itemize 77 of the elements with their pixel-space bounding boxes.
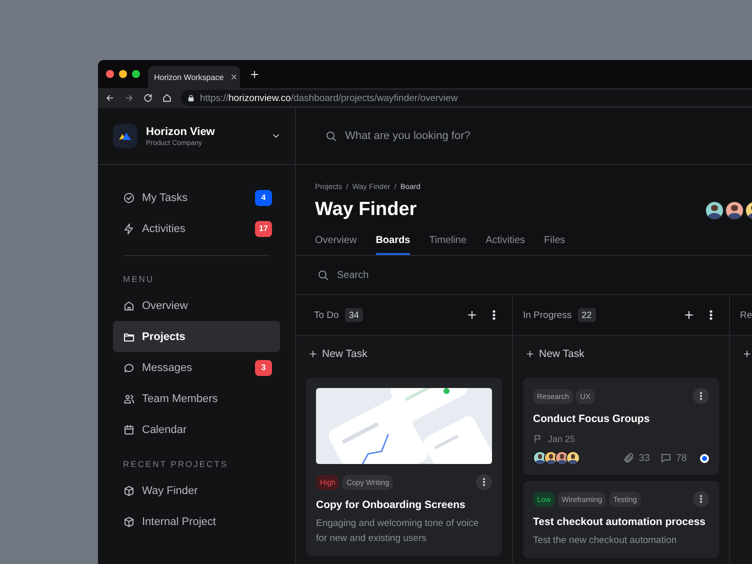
card-description: Engaging and welcoming tone of voice for new and existing users: [316, 517, 480, 546]
column-title: In Progress: [523, 310, 572, 320]
more-button[interactable]: [476, 474, 492, 490]
search-icon: [317, 269, 329, 281]
count-badge: 17: [255, 220, 272, 236]
plus-icon: [742, 349, 752, 359]
avatar: [533, 451, 547, 465]
reload-icon[interactable]: [143, 93, 153, 103]
new-task-button[interactable]: New Task: [523, 336, 719, 372]
home-icon: [123, 300, 135, 312]
card-title: Copy for Onboarding Screens: [316, 499, 466, 511]
folder-icon: [123, 330, 135, 342]
tab[interactable]: Activities: [486, 235, 526, 255]
address-field[interactable]: https://horizonview.co/dashboard/projects/wayfinder/overview: [181, 90, 752, 106]
tab[interactable]: Overview: [315, 235, 357, 255]
sidebar-item[interactable]: Internal Project: [113, 506, 280, 537]
calendar-icon: [123, 424, 135, 436]
lock-icon: [187, 94, 195, 102]
sidebar-item[interactable]: Activities 17: [113, 213, 280, 244]
comment-icon: [660, 452, 672, 464]
card-title: Test checkout automation process: [533, 516, 707, 528]
check-circle-icon: [123, 192, 135, 204]
section-heading: MENU: [122, 273, 156, 286]
new-task-button[interactable]: New Task: [306, 336, 502, 372]
column-title: Re: [740, 310, 752, 320]
comment-count: 78: [676, 452, 687, 464]
plus-icon: [308, 349, 318, 359]
forward-icon[interactable]: [124, 93, 134, 103]
avatar: [566, 451, 580, 465]
lightning-icon: [123, 222, 135, 234]
avatar: [544, 451, 558, 465]
avatar: [555, 451, 569, 465]
page-title: Way Finder: [315, 199, 417, 221]
more-button[interactable]: [693, 388, 709, 404]
sidebar-item[interactable]: Team Members: [113, 383, 280, 414]
flag-icon: [533, 434, 543, 444]
home-icon[interactable]: [162, 93, 172, 103]
more-button[interactable]: [693, 491, 709, 507]
tab[interactable]: Files: [544, 235, 566, 255]
card-title: Conduct Focus Groups: [533, 413, 651, 425]
count-badge: 22: [578, 308, 596, 322]
count-badge: 34: [344, 308, 363, 322]
search-icon: [325, 130, 337, 142]
new-tab-icon[interactable]: [249, 68, 260, 80]
avatar[interactable]: [705, 200, 724, 220]
count-badge: 3: [255, 360, 272, 376]
sidebar-item[interactable]: Overview: [113, 290, 280, 321]
add-icon[interactable]: [466, 309, 478, 321]
tab-title: Horizon Workspace: [154, 72, 224, 82]
plus-icon: [525, 349, 535, 359]
tab[interactable]: Timeline: [429, 235, 467, 255]
avatar[interactable]: [725, 200, 744, 220]
sidebar-item[interactable]: Projects: [113, 321, 280, 352]
back-icon[interactable]: [105, 93, 115, 103]
attachment-count: 33: [638, 452, 650, 464]
section-heading: RECENT PROJECTS: [122, 458, 229, 471]
cube-icon: [123, 516, 135, 528]
sidebar-item[interactable]: Way Finder: [113, 475, 280, 506]
browser-tab[interactable]: Horizon Workspace: [148, 66, 240, 88]
close-icon[interactable]: [230, 73, 238, 81]
sidebar-item[interactable]: Messages 3: [113, 352, 280, 383]
card-description: Test the new checkout automation: [533, 534, 678, 548]
sidebar-item[interactable]: Calendar: [113, 414, 280, 445]
cube-icon: [123, 484, 135, 496]
search-field[interactable]: Search: [317, 269, 369, 281]
sidebar-item[interactable]: My Tasks 4: [113, 182, 280, 213]
people-icon: [123, 392, 135, 404]
add-icon[interactable]: [683, 309, 695, 321]
workspace-name: Horizon View: [146, 126, 216, 138]
tab[interactable]: Boards: [376, 235, 410, 255]
logo-icon: [113, 124, 137, 148]
paperclip-icon: [622, 452, 635, 464]
search-field[interactable]: What are you looking for?: [325, 130, 470, 142]
column-title: To Do: [314, 310, 339, 320]
chat-icon: [123, 362, 135, 374]
count-badge: 4: [255, 190, 272, 206]
due-date: Jan 25: [548, 434, 576, 444]
